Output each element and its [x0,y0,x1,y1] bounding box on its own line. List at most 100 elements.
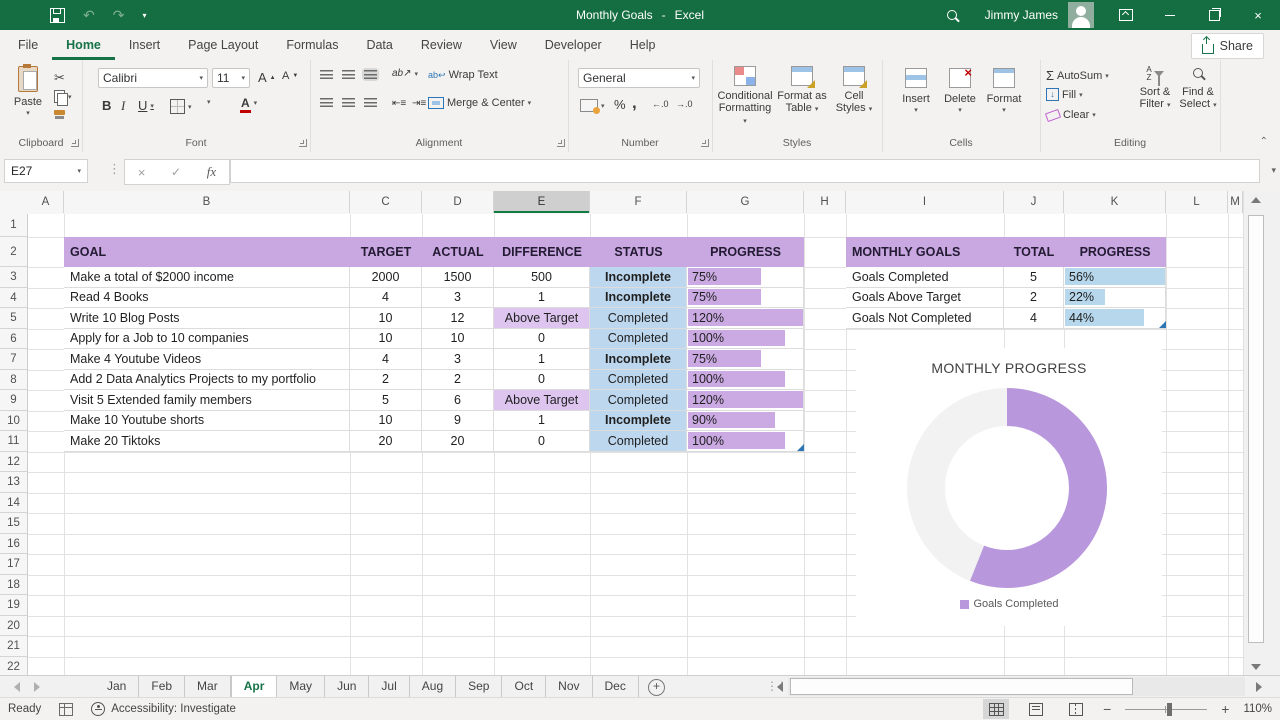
main-table-header-difference[interactable]: DIFFERENCE [494,237,590,267]
cell-actual[interactable]: 3 [422,288,494,309]
decrease-indent-button[interactable]: ⇤≡ [392,98,406,109]
conditional-formatting-button[interactable]: ConditionalFormatting ▾ [716,66,774,128]
shrink-font-button[interactable]: A▼ [282,70,298,82]
cell-difference[interactable]: 1 [494,288,590,309]
sheet-tab-aug[interactable]: Aug [410,676,456,698]
macro-record-icon[interactable] [59,703,73,716]
sheet-tab-oct[interactable]: Oct [502,676,546,698]
sheet-tab-jun[interactable]: Jun [325,676,369,698]
column-header-I[interactable]: I [846,191,1004,213]
row-header-13[interactable]: 13 [0,472,27,493]
row-header-14[interactable]: 14 [0,493,27,514]
column-header-C[interactable]: C [350,191,422,213]
summary-cell-progress[interactable]: 22% [1064,288,1166,309]
cell-progress[interactable]: 90% [687,411,804,432]
share-button[interactable]: Share [1191,33,1264,59]
cell-goal[interactable]: Make 10 Youtube shorts [64,411,350,432]
row-header-2[interactable]: 2 [0,237,27,267]
bold-button[interactable]: B [102,98,111,113]
scroll-down-icon[interactable] [1251,664,1261,670]
align-top-button[interactable] [320,70,333,79]
copy-button[interactable]: ▾ [54,90,72,103]
cancel-icon[interactable]: × [138,165,146,180]
zoom-slider[interactable] [1125,709,1207,710]
main-table-header-status[interactable]: STATUS [590,237,687,267]
column-header-D[interactable]: D [422,191,494,213]
avatar[interactable] [1068,2,1094,28]
cell-styles-button[interactable]: CellStyles ▾ [830,66,878,116]
cell-target[interactable]: 10 [350,308,422,329]
wrap-text-button[interactable]: ab↩Wrap Text [428,69,498,81]
scroll-right-icon[interactable] [1256,682,1262,692]
menu-tab-file[interactable]: File [4,30,52,60]
zoom-level[interactable]: 110% [1243,703,1272,715]
underline-button[interactable]: U▾ [138,98,154,113]
main-table-header-actual[interactable]: ACTUAL [422,237,494,267]
cell-status[interactable]: Incomplete [590,349,687,370]
page-layout-view-button[interactable] [1023,699,1049,719]
number-format-select[interactable]: General▾ [578,68,700,88]
horizontal-scroll-thumb[interactable] [790,678,1133,695]
align-right-button[interactable] [364,98,377,107]
sheet-tab-dec[interactable]: Dec [593,676,639,698]
row-header-10[interactable]: 10 [0,411,27,432]
cell-actual[interactable]: 2 [422,370,494,391]
insert-function-icon[interactable]: fx [207,164,216,180]
font-color-button[interactable]: A ▾ [240,96,257,110]
clipboard-dialog-launcher[interactable] [71,139,79,147]
cut-button[interactable]: ✂ [54,70,65,86]
sheet-tab-may[interactable]: May [277,676,325,698]
sheet-tab-nov[interactable]: Nov [546,676,592,698]
cell-goal[interactable]: Make a total of $2000 income [64,267,350,288]
monthly-progress-chart[interactable]: MONTHLY PROGRESS Goals Completed [856,348,1162,626]
column-header-J[interactable]: J [1004,191,1064,213]
row-header-18[interactable]: 18 [0,575,27,596]
row-header-6[interactable]: 6 [0,329,27,350]
name-box[interactable]: E27▾ [4,159,88,183]
column-header-F[interactable]: F [590,191,687,213]
menu-tab-insert[interactable]: Insert [115,30,174,60]
scroll-up-icon[interactable] [1251,197,1261,203]
restore-icon[interactable] [1192,0,1236,30]
accounting-format-button[interactable]: ▾ [580,99,605,112]
enter-icon[interactable]: ✓ [171,165,181,179]
accessibility-status[interactable]: Accessibility: Investigate [91,702,236,716]
cell-actual[interactable]: 3 [422,349,494,370]
row-header-8[interactable]: 8 [0,370,27,391]
vertical-scrollbar[interactable] [1243,191,1268,675]
cell-actual[interactable]: 9 [422,411,494,432]
cell-target[interactable]: 2000 [350,267,422,288]
format-painter-button[interactable] [54,110,65,115]
summary-cell-total[interactable]: 2 [1004,288,1064,309]
cell-goal[interactable]: Write 10 Blog Posts [64,308,350,329]
align-bottom-button[interactable] [364,70,377,79]
align-middle-button[interactable] [342,70,355,79]
menu-tab-developer[interactable]: Developer [531,30,616,60]
cell-progress[interactable]: 75% [687,349,804,370]
cell-status[interactable]: Completed [590,390,687,411]
font-dialog-launcher[interactable] [299,139,307,147]
summary-table-resize-handle[interactable] [1159,321,1166,328]
cell-status[interactable]: Incomplete [590,288,687,309]
summary-table-header-total[interactable]: TOTAL [1004,237,1064,267]
increase-indent-button[interactable]: ⇥≡ [412,98,426,109]
cell-target[interactable]: 4 [350,349,422,370]
cell-target[interactable]: 4 [350,288,422,309]
summary-table-header-progress[interactable]: PROGRESS [1064,237,1166,267]
column-header-E[interactable]: E [494,191,590,213]
cell-status[interactable]: Completed [590,308,687,329]
close-icon[interactable]: × [1236,0,1280,30]
cell-actual[interactable]: 6 [422,390,494,411]
summary-cell-total[interactable]: 4 [1004,308,1064,329]
summary-cell-label[interactable]: Goals Above Target [846,288,1004,309]
italic-button[interactable]: I [121,98,125,114]
column-header-B[interactable]: B [64,191,350,213]
page-break-view-button[interactable] [1063,699,1089,719]
row-header-4[interactable]: 4 [0,288,27,309]
clear-button[interactable]: Clear▾ [1046,109,1096,121]
menu-tab-formulas[interactable]: Formulas [272,30,352,60]
align-center-button[interactable] [342,98,355,107]
summary-cell-label[interactable]: Goals Completed [846,267,1004,288]
cell-progress[interactable]: 100% [687,329,804,350]
zoom-slider-thumb[interactable] [1167,703,1172,716]
